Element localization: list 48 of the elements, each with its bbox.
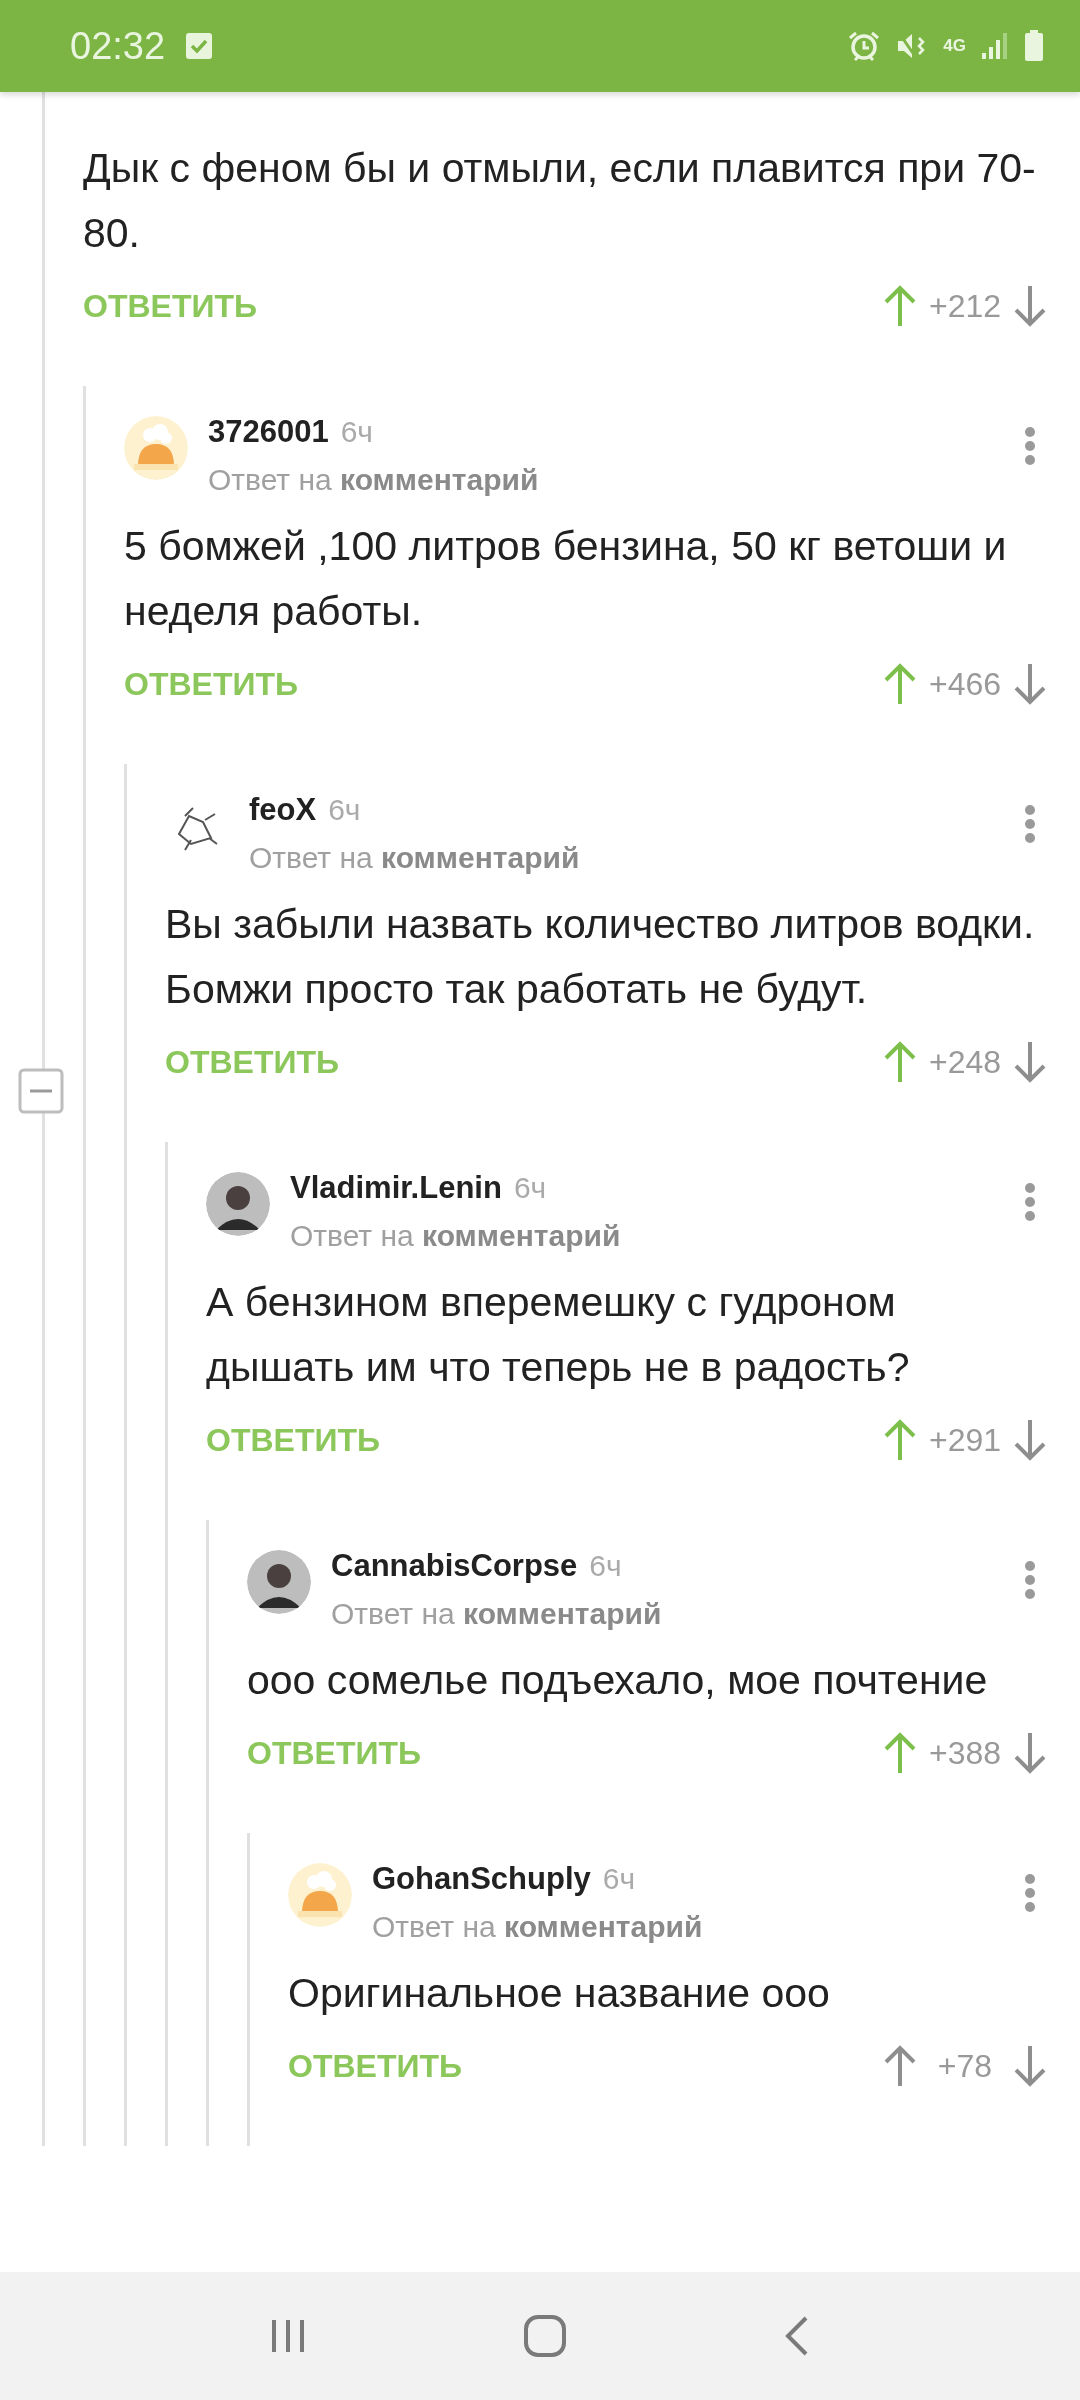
vote-score: +291 bbox=[927, 1421, 1003, 1459]
reply-button[interactable]: ОТВЕТИТЬ bbox=[83, 287, 257, 325]
reply-to-link[interactable]: Ответ на комментарий bbox=[331, 1590, 1024, 1638]
comment-text: 5 бомжей ,100 литров бензина, 50 кг ветоши и неделя работы. bbox=[124, 522, 1008, 636]
signal-icon bbox=[980, 31, 1010, 61]
reply-button[interactable]: ОТВЕТИТЬ bbox=[165, 1043, 339, 1081]
comment-time: 6ч bbox=[513, 1171, 547, 1205]
more-icon[interactable] bbox=[1024, 426, 1036, 466]
vote-score: +388 bbox=[927, 1734, 1003, 1772]
comment-time: 6ч bbox=[340, 415, 373, 449]
user-avatar[interactable] bbox=[247, 1550, 311, 1614]
comment-time: 6ч bbox=[589, 1549, 622, 1583]
vote-score: +78 bbox=[936, 2047, 994, 2085]
vote-score: +212 bbox=[927, 287, 1003, 325]
more-icon[interactable] bbox=[1024, 1560, 1036, 1600]
comment-time: 6ч bbox=[328, 793, 361, 827]
more-icon[interactable] bbox=[1024, 1873, 1036, 1913]
username[interactable]: 3726001 bbox=[208, 414, 329, 450]
home-icon[interactable] bbox=[523, 2314, 567, 2358]
reply-to-link[interactable]: Ответ на комментарий bbox=[290, 1212, 1024, 1260]
comment-text: Вы забыли назвать количество литров водки. Бомжи просто так работать не будут. bbox=[165, 900, 1036, 1014]
more-icon[interactable] bbox=[1024, 1182, 1036, 1222]
reply-to-link[interactable]: Ответ на комментарий bbox=[249, 834, 1024, 882]
vote-score: +466 bbox=[927, 665, 1003, 703]
battery-icon bbox=[1024, 30, 1044, 62]
reply-to-link[interactable]: Ответ на комментарий bbox=[372, 1903, 1024, 1951]
reply-to-link[interactable]: Ответ на комментарий bbox=[208, 456, 1024, 504]
collapse-icon[interactable] bbox=[18, 1068, 64, 1114]
reply-button[interactable]: ОТВЕТИТЬ bbox=[288, 2047, 462, 2085]
network-type: 4G bbox=[943, 36, 966, 56]
vote-score: +248 bbox=[927, 1043, 1003, 1081]
comment-text: А бензином вперемешку с гудроном дышать им что теперь не в радость? bbox=[206, 1278, 911, 1392]
alarm-icon bbox=[847, 30, 882, 62]
comment-time: 6ч bbox=[602, 1862, 636, 1896]
reply-button[interactable]: ОТВЕТИТЬ bbox=[124, 665, 298, 703]
checkbox-icon bbox=[185, 31, 214, 61]
status-time: 02:32 bbox=[70, 24, 166, 68]
comment-text: Дык с феном бы и отмыли, если плавится при 70-80. bbox=[83, 144, 1037, 258]
reply-button[interactable]: ОТВЕТИТЬ bbox=[247, 1734, 421, 1772]
username[interactable]: feoX bbox=[249, 792, 317, 828]
more-icon[interactable] bbox=[1024, 804, 1036, 844]
user-avatar[interactable] bbox=[206, 1172, 270, 1236]
username[interactable]: Vladimir.Lenin bbox=[290, 1170, 502, 1206]
username[interactable]: CannabisCorpse bbox=[331, 1548, 578, 1584]
username[interactable]: GohanSchuply bbox=[372, 1861, 591, 1897]
comment-text: Оригинальное название ооо bbox=[288, 1969, 831, 2018]
comment-text: ооо сомелье подъехало, мое почтение bbox=[247, 1656, 989, 1705]
reply-button[interactable]: ОТВЕТИТЬ bbox=[206, 1421, 380, 1459]
